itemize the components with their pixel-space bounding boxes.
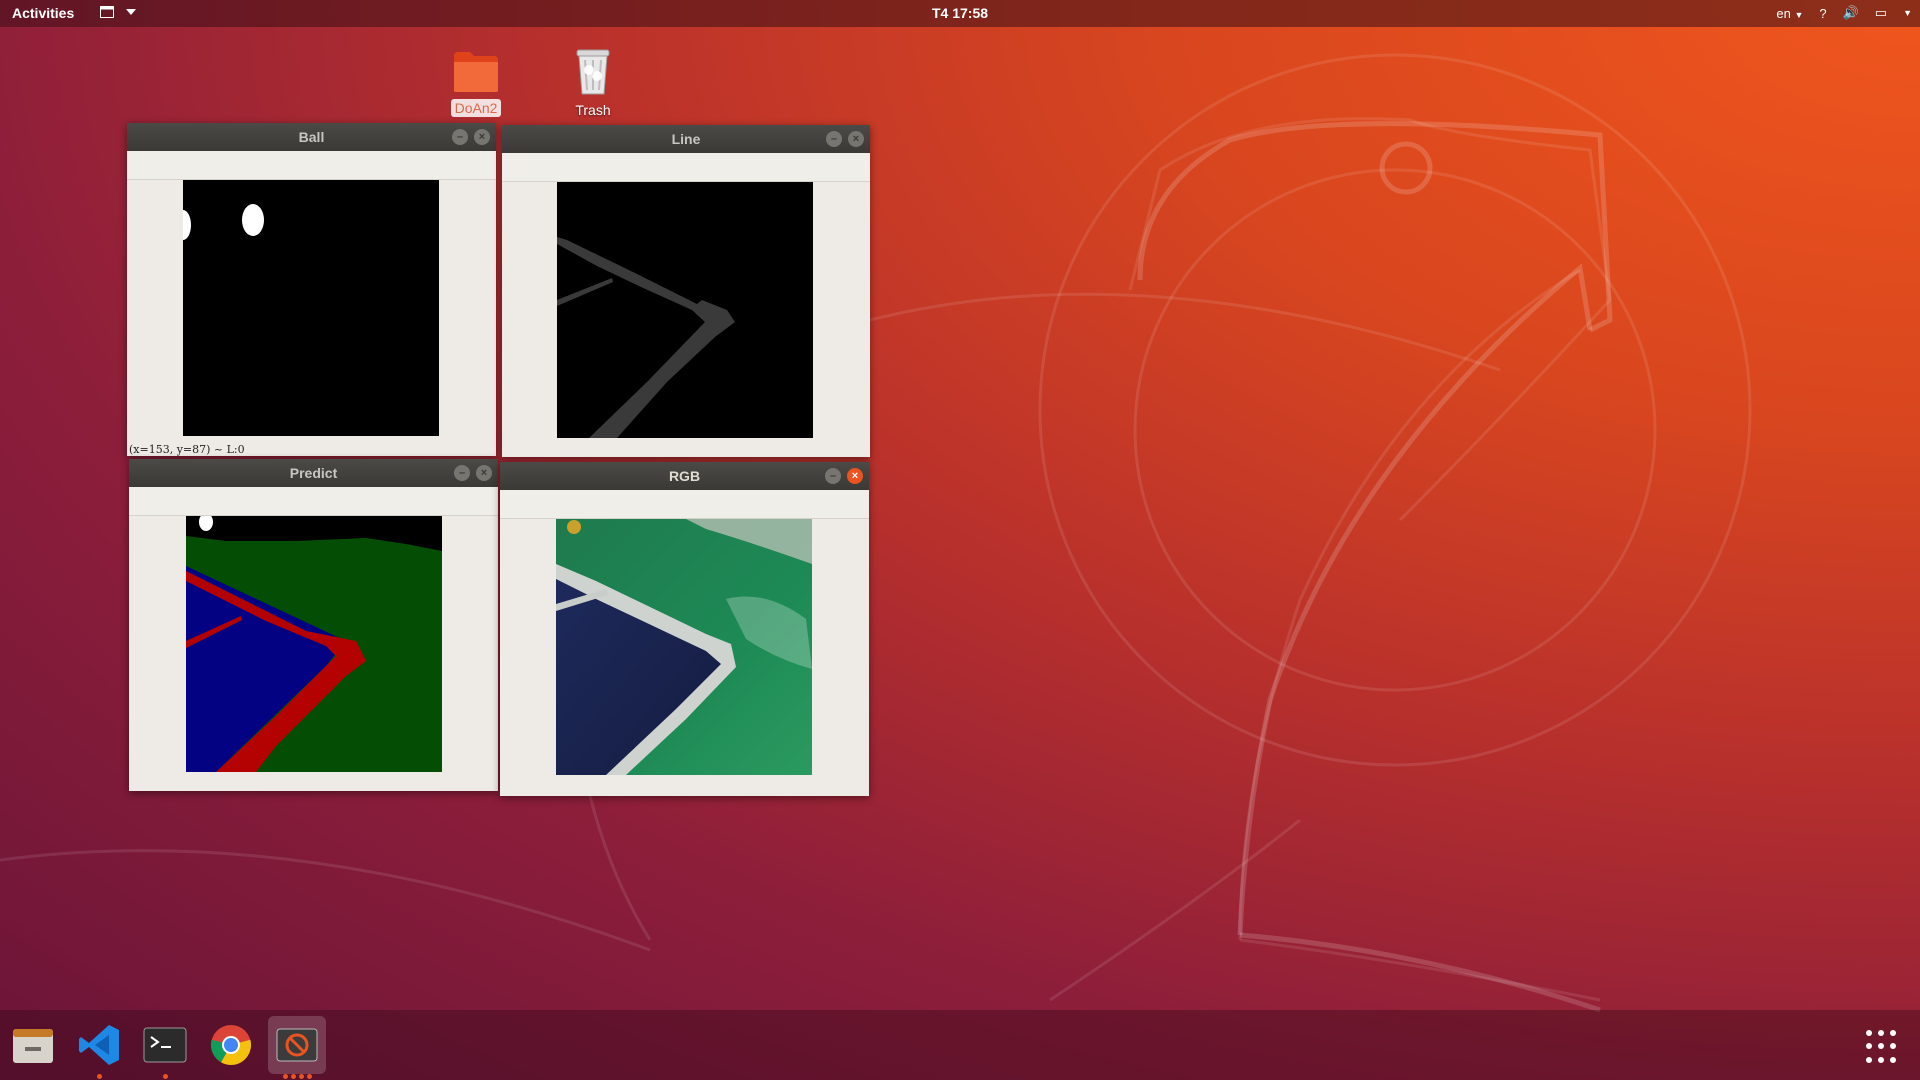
- dock-item-files[interactable]: [4, 1016, 62, 1074]
- window-toolbar: [500, 490, 869, 519]
- running-indicator: [163, 1074, 168, 1079]
- dock-item-chrome[interactable]: [202, 1016, 260, 1074]
- desktop-icon-label: Trash: [575, 102, 611, 118]
- close-button[interactable]: ×: [476, 465, 492, 481]
- minimize-icon: –: [456, 131, 464, 143]
- activities-button[interactable]: Activities: [12, 5, 74, 21]
- language-indicator[interactable]: en ▼: [1776, 6, 1803, 21]
- clock[interactable]: T4 17:58: [932, 5, 988, 21]
- minimize-button[interactable]: –: [826, 131, 842, 147]
- close-icon: ×: [852, 133, 860, 145]
- desktop-icon-doan2[interactable]: DoAn2: [436, 50, 516, 117]
- language-label: en: [1776, 5, 1791, 21]
- window-line[interactable]: Line – ×: [502, 125, 870, 457]
- folder-icon: [454, 52, 498, 92]
- minimize-button[interactable]: –: [452, 129, 468, 145]
- chevron-down-icon[interactable]: ▼: [1903, 8, 1912, 18]
- camera-image: [556, 519, 812, 775]
- help-icon[interactable]: ?: [1819, 6, 1826, 21]
- minimize-icon: –: [830, 133, 838, 145]
- close-icon: ×: [480, 467, 488, 479]
- volume-icon[interactable]: 🔊: [1843, 5, 1859, 21]
- image-canvas-predict[interactable]: [186, 516, 442, 772]
- grid-dot: [1890, 1030, 1896, 1036]
- image-canvas-ball[interactable]: [183, 180, 439, 436]
- running-indicator: [97, 1074, 102, 1079]
- status-bar-text: (x=153, y=87) ~ L:0: [129, 443, 245, 456]
- window-title: Line: [671, 131, 701, 147]
- battery-icon[interactable]: ▭: [1875, 5, 1887, 21]
- system-tray[interactable]: en ▼ ? 🔊 ▭ ▼: [1776, 5, 1912, 21]
- close-icon: ×: [478, 131, 486, 143]
- window-titlebar[interactable]: Line: [502, 125, 870, 153]
- close-button[interactable]: ×: [848, 131, 864, 147]
- close-button[interactable]: ×: [474, 129, 490, 145]
- minimize-icon: –: [458, 467, 466, 479]
- grid-dot: [1866, 1030, 1872, 1036]
- vscode-icon: [79, 1025, 119, 1065]
- minimize-icon: –: [829, 470, 837, 482]
- line-mask: [557, 237, 735, 438]
- trash-icon: [576, 49, 610, 95]
- window-toolbar: [129, 487, 498, 516]
- grid-dot: [1878, 1056, 1884, 1063]
- window-toolbar: [127, 151, 496, 180]
- minimize-button[interactable]: –: [825, 468, 841, 484]
- window-titlebar[interactable]: Ball: [127, 123, 496, 151]
- terminal-icon: [143, 1027, 187, 1063]
- python-app-icon: [276, 1028, 318, 1062]
- files-icon: [13, 1029, 53, 1063]
- dock-item-terminal[interactable]: [136, 1016, 194, 1074]
- image-canvas-rgb[interactable]: [556, 519, 812, 775]
- desktop-icon-label: DoAn2: [450, 99, 502, 117]
- grid-dot: [1866, 1043, 1872, 1050]
- window-rgb[interactable]: RGB – ×: [500, 462, 869, 796]
- dock-item-vscode[interactable]: [70, 1016, 128, 1074]
- grid-dot: [1866, 1056, 1872, 1063]
- window-ball[interactable]: Ball – × (x=153, y=87) ~ L:0: [127, 123, 496, 456]
- grid-dot: [1878, 1030, 1884, 1036]
- chrome-icon: [211, 1025, 251, 1065]
- window-titlebar[interactable]: RGB: [500, 462, 869, 490]
- running-indicator: [299, 1074, 304, 1079]
- window-toolbar: [502, 153, 870, 182]
- grid-dot: [1890, 1056, 1896, 1063]
- running-indicator: [307, 1074, 312, 1079]
- close-icon: ×: [851, 470, 859, 482]
- window-title: RGB: [668, 468, 701, 484]
- window-icon: [100, 6, 114, 18]
- show-applications-button[interactable]: [1866, 1030, 1900, 1064]
- desktop-icon-trash[interactable]: Trash: [553, 46, 633, 119]
- grid-dot: [1890, 1043, 1896, 1050]
- window-predict[interactable]: Predict – ×: [129, 459, 498, 791]
- window-title: Predict: [289, 465, 338, 481]
- dock-item-python-app[interactable]: [268, 1016, 326, 1074]
- app-menu[interactable]: [100, 6, 136, 18]
- running-indicator: [291, 1074, 296, 1079]
- ball-mask: [183, 204, 264, 240]
- close-button[interactable]: ×: [847, 468, 863, 484]
- window-title: Ball: [298, 129, 325, 145]
- window-titlebar[interactable]: Predict: [129, 459, 498, 487]
- chevron-down-icon: [126, 9, 136, 15]
- segmentation-map: [186, 516, 442, 772]
- running-indicator: [283, 1074, 288, 1079]
- top-bar: Activities T4 17:58 en ▼ ? 🔊 ▭ ▼: [0, 0, 1920, 27]
- image-canvas-line[interactable]: [557, 182, 813, 438]
- minimize-button[interactable]: –: [454, 465, 470, 481]
- chevron-down-icon: ▼: [1794, 9, 1804, 20]
- grid-dot: [1878, 1043, 1884, 1050]
